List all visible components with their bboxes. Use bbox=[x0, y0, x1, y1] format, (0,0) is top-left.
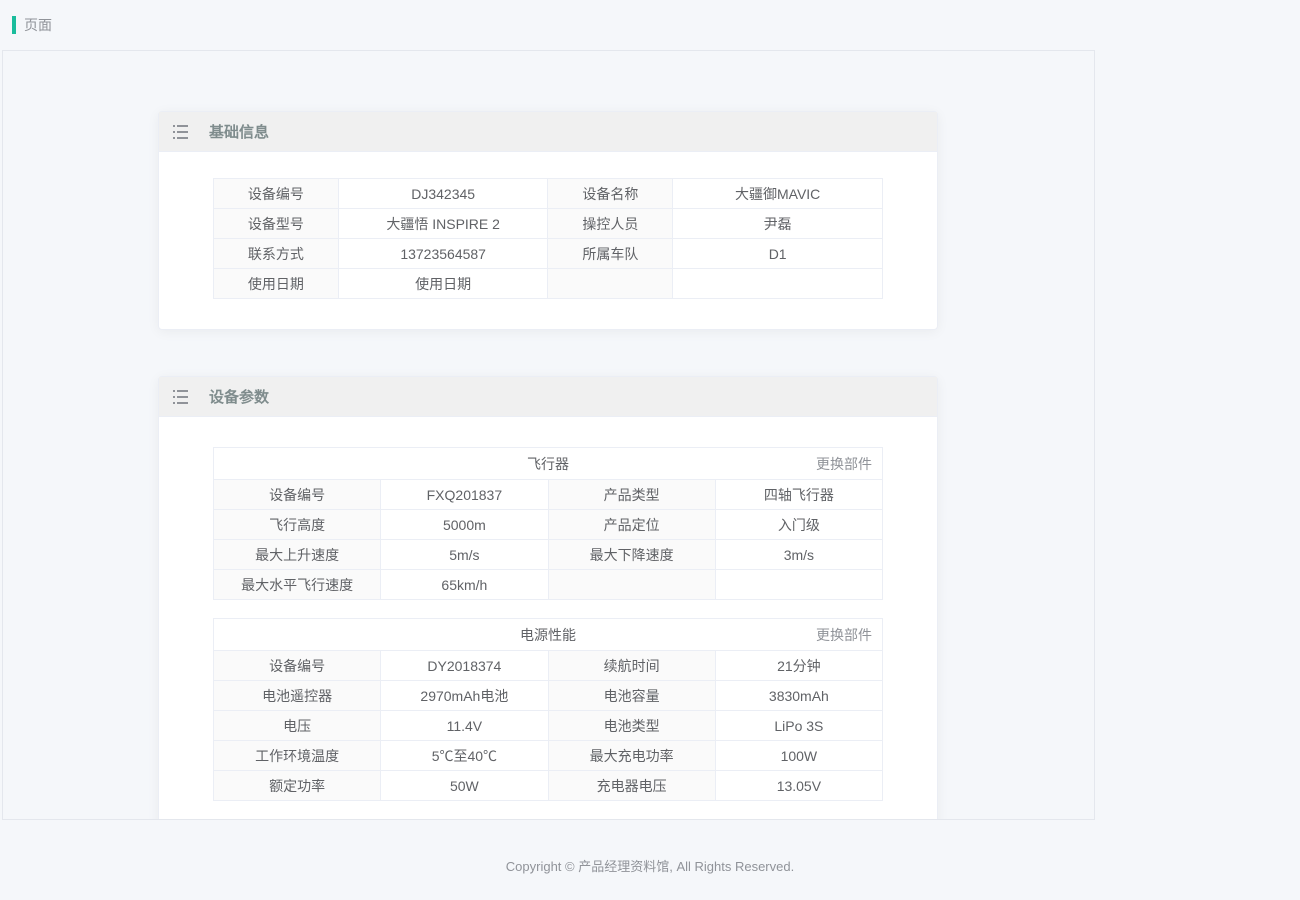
field-value: 5000m bbox=[381, 510, 548, 540]
field-value: 尹磊 bbox=[673, 209, 883, 239]
field-label: 所属车队 bbox=[548, 239, 673, 269]
aircraft-table-title: 飞行器 bbox=[527, 456, 569, 472]
table-title-row: 电机 更换部件 bbox=[214, 820, 883, 821]
field-value: 使用日期 bbox=[338, 269, 548, 299]
field-value: 5℃至40℃ bbox=[381, 741, 548, 771]
field-label: 设备型号 bbox=[214, 209, 339, 239]
field-label: 电池遥控器 bbox=[214, 681, 381, 711]
field-label: 最大上升速度 bbox=[214, 540, 381, 570]
swap-parts-link[interactable]: 更换部件 bbox=[816, 454, 872, 474]
field-value: 21分钟 bbox=[715, 651, 882, 681]
field-value: 50W bbox=[381, 771, 548, 801]
aircraft-table-title-cell: 飞行器 更换部件 bbox=[214, 448, 883, 480]
field-label: 联系方式 bbox=[214, 239, 339, 269]
aircraft-table: 飞行器 更换部件 设备编号 FXQ201837 产品类型 四轴飞行器 飞行高度 … bbox=[213, 447, 883, 600]
basic-info-header: 基础信息 bbox=[159, 112, 937, 152]
field-label: 设备编号 bbox=[214, 651, 381, 681]
table-title-row: 飞行器 更换部件 bbox=[214, 448, 883, 480]
basic-info-card: 基础信息 设备编号 DJ342345 设备名称 大疆御MAVIC 设备型号 大疆… bbox=[158, 111, 938, 330]
field-value: 13723564587 bbox=[338, 239, 548, 269]
table-row: 最大水平飞行速度 65km/h bbox=[214, 570, 883, 600]
field-value: 大疆御MAVIC bbox=[673, 179, 883, 209]
field-label: 产品类型 bbox=[548, 480, 715, 510]
field-value: DJ342345 bbox=[338, 179, 548, 209]
power-table: 电源性能 更换部件 设备编号 DY2018374 续航时间 21分钟 电池遥控器… bbox=[213, 618, 883, 801]
field-value: 3m/s bbox=[715, 540, 882, 570]
field-value bbox=[715, 570, 882, 600]
field-value: 13.05V bbox=[715, 771, 882, 801]
field-value: 3830mAh bbox=[715, 681, 882, 711]
field-label: 电压 bbox=[214, 711, 381, 741]
table-row: 电池遥控器 2970mAh电池 电池容量 3830mAh bbox=[214, 681, 883, 711]
field-label: 最大充电功率 bbox=[548, 741, 715, 771]
list-icon bbox=[173, 124, 189, 140]
basic-info-title: 基础信息 bbox=[209, 121, 269, 142]
field-label bbox=[548, 570, 715, 600]
field-value: 2970mAh电池 bbox=[381, 681, 548, 711]
field-label: 使用日期 bbox=[214, 269, 339, 299]
field-value: 65km/h bbox=[381, 570, 548, 600]
field-label: 飞行高度 bbox=[214, 510, 381, 540]
table-row: 设备编号 DY2018374 续航时间 21分钟 bbox=[214, 651, 883, 681]
table-row: 设备编号 FXQ201837 产品类型 四轴飞行器 bbox=[214, 480, 883, 510]
device-params-card: 设备参数 飞行器 更换部件 设备编号 FXQ201837 产品类型 bbox=[158, 376, 938, 820]
field-value bbox=[673, 269, 883, 299]
device-params-title: 设备参数 bbox=[209, 386, 269, 407]
table-row: 最大上升速度 5m/s 最大下降速度 3m/s bbox=[214, 540, 883, 570]
field-value: 100W bbox=[715, 741, 882, 771]
motor-table: 电机 更换部件 bbox=[213, 819, 883, 820]
list-icon bbox=[173, 389, 189, 405]
table-title-row: 电源性能 更换部件 bbox=[214, 619, 883, 651]
footer-text: Copyright © 产品经理资料馆, All Rights Reserved… bbox=[506, 856, 794, 875]
field-label: 电池类型 bbox=[548, 711, 715, 741]
page-header: 页面 bbox=[0, 0, 1300, 50]
power-table-title-cell: 电源性能 更换部件 bbox=[214, 619, 883, 651]
field-label: 设备编号 bbox=[214, 480, 381, 510]
basic-info-table: 设备编号 DJ342345 设备名称 大疆御MAVIC 设备型号 大疆悟 INS… bbox=[213, 178, 883, 299]
field-value: 5m/s bbox=[381, 540, 548, 570]
field-value: 四轴飞行器 bbox=[715, 480, 882, 510]
table-row: 使用日期 使用日期 bbox=[214, 269, 883, 299]
inner-content: 基础信息 设备编号 DJ342345 设备名称 大疆御MAVIC 设备型号 大疆… bbox=[3, 51, 1094, 820]
table-row: 设备编号 DJ342345 设备名称 大疆御MAVIC bbox=[214, 179, 883, 209]
field-value: DY2018374 bbox=[381, 651, 548, 681]
table-row: 设备型号 大疆悟 INSPIRE 2 操控人员 尹磊 bbox=[214, 209, 883, 239]
basic-info-body: 设备编号 DJ342345 设备名称 大疆御MAVIC 设备型号 大疆悟 INS… bbox=[159, 152, 937, 329]
page-footer: Copyright © 产品经理资料馆, All Rights Reserved… bbox=[0, 830, 1300, 900]
field-label: 设备编号 bbox=[214, 179, 339, 209]
table-row: 工作环境温度 5℃至40℃ 最大充电功率 100W bbox=[214, 741, 883, 771]
device-params-header: 设备参数 bbox=[159, 377, 937, 417]
field-label: 操控人员 bbox=[548, 209, 673, 239]
field-label: 设备名称 bbox=[548, 179, 673, 209]
field-value: LiPo 3S bbox=[715, 711, 882, 741]
field-label: 充电器电压 bbox=[548, 771, 715, 801]
field-label: 工作环境温度 bbox=[214, 741, 381, 771]
field-label: 额定功率 bbox=[214, 771, 381, 801]
field-value: 大疆悟 INSPIRE 2 bbox=[338, 209, 548, 239]
swap-parts-link[interactable]: 更换部件 bbox=[816, 625, 872, 645]
field-label: 最大水平飞行速度 bbox=[214, 570, 381, 600]
field-value: 11.4V bbox=[381, 711, 548, 741]
power-table-title: 电源性能 bbox=[520, 627, 576, 643]
device-params-body: 飞行器 更换部件 设备编号 FXQ201837 产品类型 四轴飞行器 飞行高度 … bbox=[159, 417, 937, 820]
field-value: 入门级 bbox=[715, 510, 882, 540]
page-title: 页面 bbox=[24, 15, 52, 35]
field-label: 产品定位 bbox=[548, 510, 715, 540]
table-row: 电压 11.4V 电池类型 LiPo 3S bbox=[214, 711, 883, 741]
content-frame[interactable]: 基础信息 设备编号 DJ342345 设备名称 大疆御MAVIC 设备型号 大疆… bbox=[2, 50, 1095, 820]
table-row: 额定功率 50W 充电器电压 13.05V bbox=[214, 771, 883, 801]
field-label: 最大下降速度 bbox=[548, 540, 715, 570]
field-label bbox=[548, 269, 673, 299]
field-value: FXQ201837 bbox=[381, 480, 548, 510]
motor-table-title-cell: 电机 更换部件 bbox=[214, 820, 883, 821]
header-accent-bar bbox=[12, 16, 16, 34]
field-label: 续航时间 bbox=[548, 651, 715, 681]
table-row: 飞行高度 5000m 产品定位 入门级 bbox=[214, 510, 883, 540]
field-value: D1 bbox=[673, 239, 883, 269]
field-label: 电池容量 bbox=[548, 681, 715, 711]
table-row: 联系方式 13723564587 所属车队 D1 bbox=[214, 239, 883, 269]
